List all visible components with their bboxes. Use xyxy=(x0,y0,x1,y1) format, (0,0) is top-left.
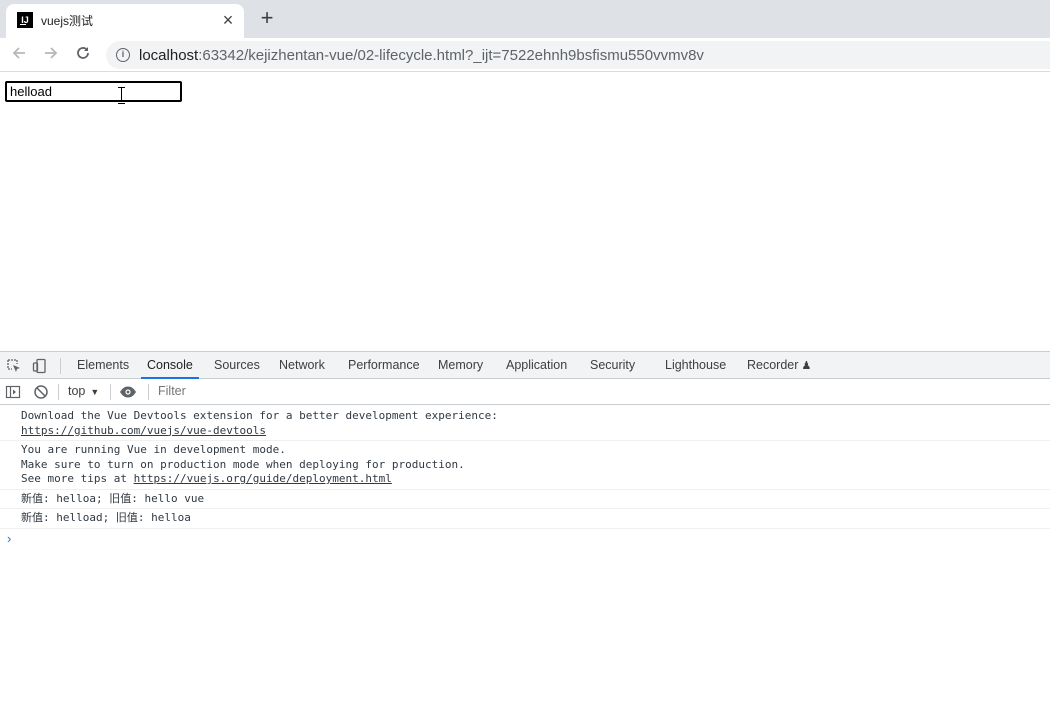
console-line: 新值: helloa; 旧值: hello vue xyxy=(21,491,205,505)
arrow-right-icon[interactable] xyxy=(40,44,62,66)
divider xyxy=(60,358,61,374)
devtools-panel: Elements Console Sources Network Performance… xyxy=(0,351,1050,721)
device-toolbar-icon[interactable] xyxy=(32,358,48,374)
eye-icon[interactable] xyxy=(119,384,136,400)
devtools-tab-bar: Elements Console Sources Network Performance… xyxy=(0,351,1050,379)
console-line: https://github.com/vuejs/vue-devtools xyxy=(21,424,1050,439)
browser-tab[interactable]: IJ vuejs测试 × xyxy=(6,4,244,38)
console-line: Download the Vue Devtools extension for … xyxy=(21,409,498,422)
intellij-favicon-icon: IJ xyxy=(17,12,33,28)
console-link-prefix: See more tips at xyxy=(21,472,134,485)
tab-performance[interactable]: Performance xyxy=(342,352,426,379)
message-input[interactable] xyxy=(5,81,182,102)
url-text: localhost:63342/kejizhentan-vue/02-lifec… xyxy=(139,47,704,64)
sidebar-toggle-icon[interactable] xyxy=(5,384,21,400)
tab-sources[interactable]: Sources xyxy=(208,352,266,379)
console-line: Make sure to turn on production mode whe… xyxy=(21,457,465,471)
divider xyxy=(148,384,149,400)
tab-lighthouse[interactable]: Lighthouse xyxy=(659,352,732,379)
tab-strip: IJ vuejs测试 × + xyxy=(0,0,1050,38)
divider xyxy=(58,384,59,400)
tab-console[interactable]: Console xyxy=(141,352,199,379)
info-icon[interactable]: i xyxy=(116,48,130,62)
console-line: You are running Vue in development mode. xyxy=(21,443,286,456)
tab-recorder[interactable]: Recorder ♟ xyxy=(741,352,817,379)
reload-icon[interactable] xyxy=(72,44,94,66)
filter-input[interactable]: Filter xyxy=(158,384,186,398)
text-cursor-icon xyxy=(117,87,126,104)
console-line: See more tips at https://vuejs.org/guide… xyxy=(21,472,1050,487)
console-line: 新值: helload; 旧值: helloa xyxy=(21,511,191,524)
plus-icon[interactable]: + xyxy=(256,6,278,30)
tab-application[interactable]: Application xyxy=(500,352,573,379)
address-bar[interactable]: i localhost:63342/kejizhentan-vue/02-lif… xyxy=(106,41,1050,69)
console-output: Download the Vue Devtools extension for … xyxy=(0,407,1050,549)
tab-elements[interactable]: Elements xyxy=(71,352,135,379)
console-prompt[interactable]: › xyxy=(0,529,1050,549)
dropdown-arrow-icon: ▼ xyxy=(90,387,100,397)
chevron-right-icon: › xyxy=(7,530,12,546)
page-content xyxy=(0,73,1050,351)
console-toolbar: top ▼ Filter xyxy=(0,379,1050,405)
tab-memory[interactable]: Memory xyxy=(432,352,489,379)
tab-title: vuejs测试 xyxy=(41,14,94,28)
browser-toolbar: i localhost:63342/kejizhentan-vue/02-lif… xyxy=(0,38,1050,72)
context-select[interactable]: top ▼ xyxy=(68,384,99,398)
tab-network[interactable]: Network xyxy=(273,352,331,379)
experiment-flask-icon: ♟ xyxy=(798,360,812,372)
console-link[interactable]: https://github.com/vuejs/vue-devtools xyxy=(21,424,266,437)
clear-console-icon[interactable] xyxy=(33,384,49,400)
inspect-element-icon[interactable] xyxy=(6,358,22,374)
console-message: 新值: helloa; 旧值: hello vue xyxy=(0,490,1050,509)
console-link[interactable]: https://vuejs.org/guide/deployment.html xyxy=(134,472,392,485)
tab-security[interactable]: Security xyxy=(584,352,641,379)
console-message: 新值: helload; 旧值: helloa xyxy=(0,509,1050,529)
close-icon[interactable]: × xyxy=(220,10,236,30)
arrow-left-icon[interactable] xyxy=(8,44,30,66)
console-message: Download the Vue Devtools extension for … xyxy=(0,407,1050,441)
console-message: You are running Vue in development mode.… xyxy=(0,441,1050,490)
divider xyxy=(110,384,111,400)
